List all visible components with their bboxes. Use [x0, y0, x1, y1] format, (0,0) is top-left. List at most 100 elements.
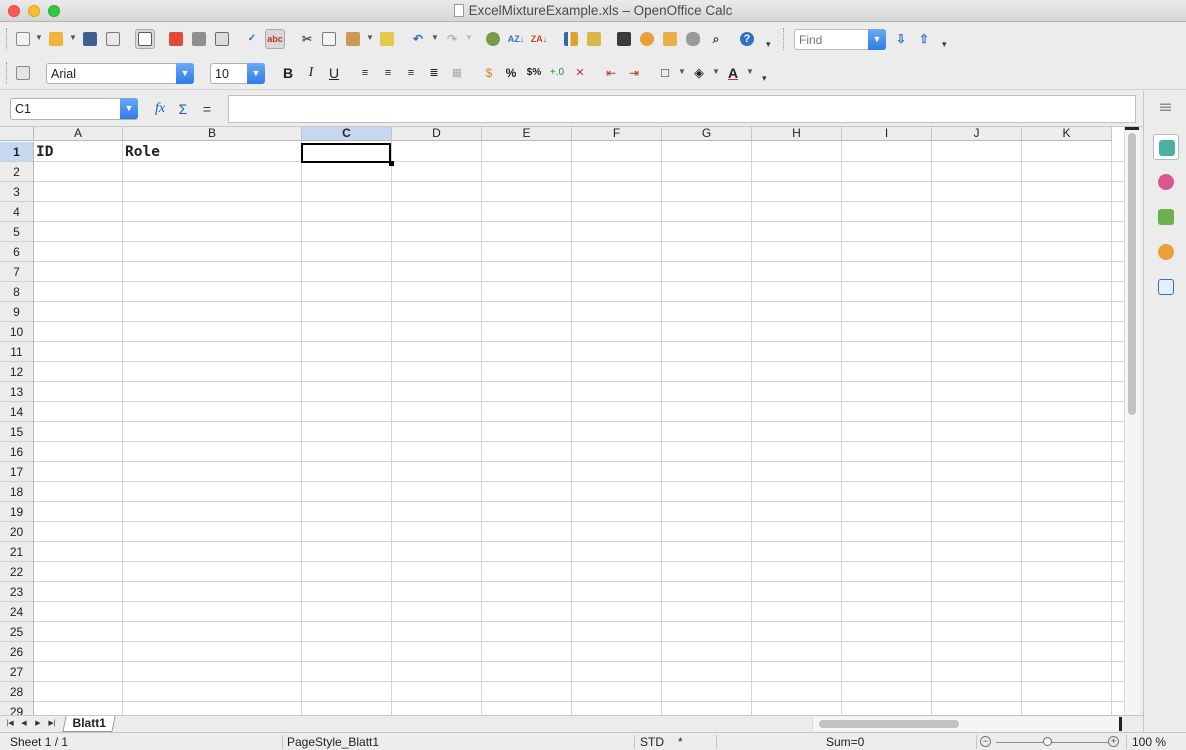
zoom-in-icon[interactable]: + [1108, 736, 1119, 747]
find-toolbar-grip[interactable] [783, 28, 785, 50]
new-dropdown-icon[interactable]: ▼ [35, 33, 43, 42]
row-header-28[interactable]: 28 [0, 682, 34, 702]
help-icon[interactable]: ? [738, 30, 756, 48]
borders-dropdown-icon[interactable]: ▼ [678, 67, 686, 76]
undo-dropdown-icon[interactable]: ▼ [431, 33, 439, 42]
row-header-11[interactable]: 11 [0, 342, 34, 362]
find-dropdown-button[interactable]: ▼ [868, 29, 886, 50]
cut-icon[interactable]: ✂ [298, 30, 316, 48]
row-header-8[interactable]: 8 [0, 282, 34, 302]
row-header-25[interactable]: 25 [0, 622, 34, 642]
zoom-icon[interactable]: ⌕ [707, 30, 725, 48]
spellcheck-icon[interactable]: ✓ [243, 30, 261, 48]
find-next-icon[interactable]: ⇩ [892, 30, 910, 48]
font-size-box[interactable]: 10 ▼ [210, 63, 265, 84]
background-color-dropdown-icon[interactable]: ▼ [712, 67, 720, 76]
font-size-dropdown[interactable]: ▼ [247, 63, 265, 84]
split-handle-vertical[interactable] [1125, 127, 1139, 130]
find-input[interactable] [795, 30, 865, 49]
row-header-21[interactable]: 21 [0, 542, 34, 562]
bold-button[interactable]: B [279, 64, 297, 82]
sidebar-menu-icon[interactable]: — — — [1160, 99, 1171, 116]
column-header-k[interactable]: K [1022, 127, 1112, 141]
column-header-i[interactable]: I [842, 127, 932, 141]
row-header-24[interactable]: 24 [0, 602, 34, 622]
decrease-indent-icon[interactable]: ⇤ [602, 64, 620, 82]
page-style[interactable]: PageStyle_Blatt1 [287, 735, 379, 749]
italic-button[interactable]: I [302, 64, 320, 82]
print-icon[interactable] [190, 30, 208, 48]
row-header-18[interactable]: 18 [0, 482, 34, 502]
sum-icon[interactable]: Σ [173, 100, 193, 118]
row-header-5[interactable]: 5 [0, 222, 34, 242]
align-right-icon[interactable]: ≡ [402, 64, 420, 82]
cell-a1[interactable]: ID [34, 142, 122, 162]
draw-functions-icon[interactable] [585, 30, 603, 48]
previous-sheet-button[interactable]: ◀ [18, 718, 30, 730]
sort-descending-icon[interactable]: ZA↓ [530, 30, 548, 48]
edit-file-icon[interactable] [135, 29, 155, 49]
toolbar-grip[interactable] [6, 28, 8, 50]
find-replace-icon[interactable] [615, 30, 633, 48]
sort-ascending-icon[interactable]: AZ↓ [507, 30, 525, 48]
page-preview-icon[interactable] [213, 30, 231, 48]
styles-formatting-icon[interactable] [14, 64, 32, 82]
horizontal-scrollbar[interactable] [812, 717, 1122, 731]
find-previous-icon[interactable]: ⇧ [915, 30, 933, 48]
select-all-corner[interactable] [0, 127, 34, 141]
export-pdf-icon[interactable] [167, 30, 185, 48]
gallery-icon[interactable] [661, 30, 679, 48]
percent-format-icon[interactable]: % [502, 64, 520, 82]
row-header-22[interactable]: 22 [0, 562, 34, 582]
open-dropdown-icon[interactable]: ▼ [69, 33, 77, 42]
row-header-9[interactable]: 9 [0, 302, 34, 322]
gallery-deck-icon[interactable] [1153, 204, 1179, 230]
sum-display[interactable]: Sum=0 [826, 735, 864, 749]
data-sources-icon[interactable] [684, 30, 702, 48]
column-header-d[interactable]: D [392, 127, 482, 141]
horizontal-scroll-thumb[interactable] [819, 720, 959, 728]
chart-icon[interactable] [562, 30, 580, 48]
email-icon[interactable] [104, 30, 122, 48]
row-header-14[interactable]: 14 [0, 402, 34, 422]
find-toolbar-more-icon[interactable]: ▾ [942, 39, 947, 50]
formula-input[interactable] [228, 95, 1136, 123]
redo-icon[interactable]: ↷ [443, 30, 461, 48]
column-header-c[interactable]: C [302, 127, 392, 141]
font-name-dropdown[interactable]: ▼ [176, 63, 194, 84]
row-header-23[interactable]: 23 [0, 582, 34, 602]
increase-indent-icon[interactable]: ⇥ [625, 64, 643, 82]
fill-handle[interactable] [389, 161, 394, 166]
paste-dropdown-icon[interactable]: ▼ [366, 33, 374, 42]
toolbar-more-icon[interactable]: ▾ [766, 39, 771, 50]
spreadsheet-grid[interactable]: ABCDEFGHIJK 1 2 3 4 5 6 7 8 9 10 11 12 13 14 15 16 17 18 1… [0, 127, 1124, 715]
justify-icon[interactable]: ≣ [425, 64, 443, 82]
align-left-icon[interactable]: ≡ [356, 64, 374, 82]
hyperlink-icon[interactable] [484, 30, 502, 48]
functions-deck-icon[interactable] [1153, 274, 1179, 300]
function-wizard-icon[interactable]: fx [150, 100, 170, 118]
redo-dropdown-icon[interactable]: ▼ [465, 33, 473, 42]
formula-icon[interactable]: = [197, 100, 217, 118]
autospellcheck-icon[interactable]: abc [265, 29, 285, 49]
name-box[interactable]: C1 ▼ [10, 98, 138, 120]
format-toolbar-more-icon[interactable]: ▾ [762, 73, 767, 84]
row-header-16[interactable]: 16 [0, 442, 34, 462]
zoom-level[interactable]: 100 % [1132, 735, 1166, 749]
column-header-j[interactable]: J [932, 127, 1022, 141]
row-header-29[interactable]: 29 [0, 702, 34, 715]
zoom-slider-knob[interactable] [1043, 737, 1052, 746]
last-sheet-button[interactable]: ▶| [46, 718, 58, 730]
align-center-icon[interactable]: ≡ [379, 64, 397, 82]
column-header-a[interactable]: A [34, 127, 123, 141]
vertical-scroll-thumb[interactable] [1128, 133, 1136, 415]
vertical-scrollbar[interactable] [1124, 127, 1140, 715]
currency-format-icon[interactable]: $ [480, 64, 498, 82]
underline-button[interactable]: U [325, 64, 343, 82]
zoom-slider-track[interactable] [996, 742, 1108, 743]
first-sheet-button[interactable]: |◀ [4, 718, 16, 730]
row-header-17[interactable]: 17 [0, 462, 34, 482]
borders-icon[interactable]: □ [656, 64, 674, 82]
row-header-15[interactable]: 15 [0, 422, 34, 442]
delete-decimal-icon[interactable]: ✕ [571, 64, 589, 82]
